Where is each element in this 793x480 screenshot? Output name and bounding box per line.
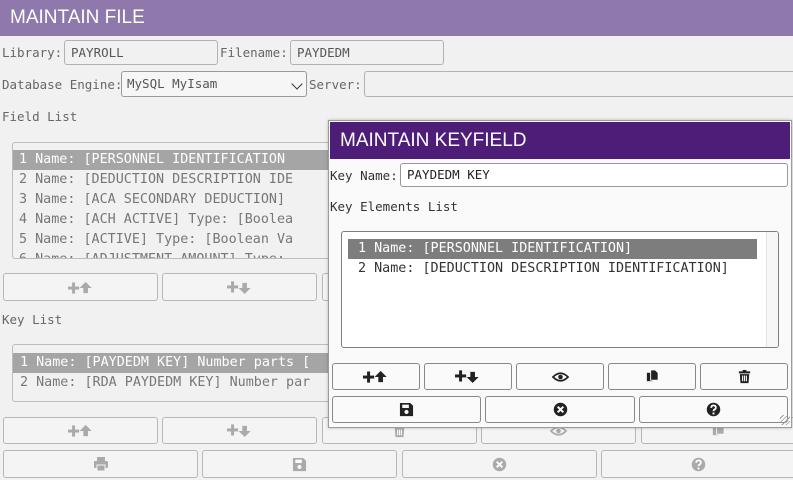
chevron-down-icon	[291, 78, 303, 90]
key-name-input[interactable]: PAYDEDM KEY	[400, 163, 788, 187]
add-above-icon	[68, 423, 94, 438]
window-title: MAINTAIN FILE	[0, 0, 793, 36]
save-icon	[292, 457, 307, 472]
library-input[interactable]: PAYROLL	[64, 40, 218, 65]
add-above-icon	[363, 369, 389, 384]
field-list-label: Field List	[2, 109, 78, 124]
list-item[interactable]: 2 Name: [DEDUCTION DESCRIPTION IDENTIFIC…	[348, 259, 778, 279]
key-add-above-button[interactable]	[3, 417, 158, 444]
library-label: Library:	[2, 45, 63, 60]
key-elements-list-label: Key Elements List	[330, 199, 458, 214]
dialog-save-button[interactable]	[332, 396, 481, 423]
close-circle-icon	[553, 402, 568, 417]
copy-icon	[645, 369, 660, 384]
filename-label: Filename:	[220, 45, 288, 60]
trash-icon	[737, 369, 752, 384]
print-icon	[93, 456, 109, 472]
list-item[interactable]: 2 Name: [RDA PAYDEDM KEY] Number par	[13, 373, 341, 393]
field-list[interactable]: 1 Name: [PERSONNEL IDENTIFICATION 2 Name…	[12, 142, 342, 259]
close-circle-icon	[492, 457, 507, 472]
element-delete-button[interactable]	[700, 363, 788, 390]
key-list-label: Key List	[2, 312, 63, 327]
list-item[interactable]: 1 Name: [PERSONNEL IDENTIFICATION	[13, 150, 341, 170]
list-item[interactable]: 3 Name: [ACA SECONDARY DEDUCTION]	[13, 190, 341, 210]
scrollbar[interactable]	[766, 232, 778, 347]
add-below-icon	[227, 280, 253, 295]
eye-icon	[552, 371, 569, 383]
server-label: Server:	[309, 77, 362, 92]
key-name-label: Key Name:	[330, 168, 398, 183]
element-add-below-button[interactable]	[424, 363, 512, 390]
print-button[interactable]	[3, 450, 198, 478]
field-add-above-button[interactable]	[3, 273, 158, 301]
add-below-icon	[455, 369, 481, 384]
list-item[interactable]: 2 Name: [DEDUCTION DESCRIPTION IDE	[13, 170, 341, 190]
add-below-icon	[227, 423, 253, 438]
element-add-above-button[interactable]	[332, 363, 420, 390]
key-list[interactable]: 1 Name: [PAYDEDM KEY] Number parts [ 2 N…	[12, 344, 342, 402]
maintain-keyfield-dialog: MAINTAIN KEYFIELD Key Name: PAYDEDM KEY …	[328, 120, 792, 428]
list-item[interactable]: 5 Name: [ACTIVE] Type: [Boolean Va	[13, 230, 341, 250]
database-engine-label: Database Engine:	[2, 77, 123, 92]
dialog-title: MAINTAIN KEYFIELD	[330, 122, 790, 159]
list-item[interactable]: 4 Name: [ACH ACTIVE] Type: [Boolea	[13, 210, 341, 230]
filename-input[interactable]: PAYDEDM	[290, 40, 444, 65]
save-icon	[399, 402, 414, 417]
dialog-help-button[interactable]	[639, 396, 788, 423]
save-button[interactable]	[202, 450, 397, 478]
add-above-icon	[68, 280, 94, 295]
cancel-button[interactable]	[402, 450, 597, 478]
dialog-cancel-button[interactable]	[485, 396, 635, 423]
help-icon	[691, 457, 706, 472]
list-item[interactable]: 6 Name: [ADJUSTMENT AMOUNT] Type:	[13, 250, 341, 258]
database-engine-value: MySQL MyIsam	[127, 76, 218, 91]
help-icon	[706, 402, 721, 417]
help-button[interactable]	[601, 450, 793, 478]
element-view-button[interactable]	[516, 363, 604, 390]
list-item[interactable]: 1 Name: [PERSONNEL IDENTIFICATION]	[348, 239, 757, 259]
key-add-below-button[interactable]	[162, 417, 317, 444]
database-engine-select[interactable]: MySQL MyIsam	[121, 71, 307, 97]
element-copy-button[interactable]	[608, 363, 696, 390]
server-input[interactable]	[364, 71, 793, 97]
list-item[interactable]: 1 Name: [PAYDEDM KEY] Number parts [	[13, 353, 341, 373]
resize-handle[interactable]	[780, 415, 790, 425]
field-add-below-button[interactable]	[162, 273, 317, 301]
key-elements-list[interactable]: 1 Name: [PERSONNEL IDENTIFICATION] 2 Nam…	[341, 231, 779, 348]
